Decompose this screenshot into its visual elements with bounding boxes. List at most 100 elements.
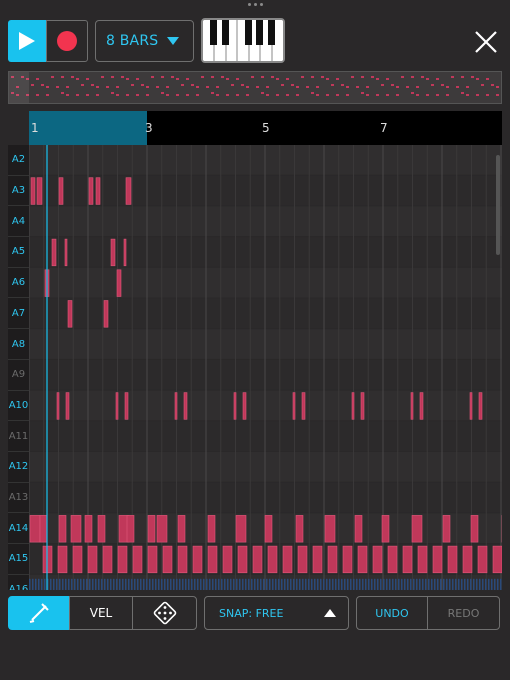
overview-note — [321, 76, 324, 78]
note-block — [417, 545, 428, 574]
note-block — [177, 515, 186, 543]
velocity-bar — [392, 578, 394, 590]
overview-note — [166, 94, 169, 96]
note-block — [125, 177, 132, 205]
note-block — [87, 545, 98, 574]
overview-note — [491, 84, 494, 86]
velocity-bar — [83, 578, 85, 590]
pattern-overview[interactable] — [8, 71, 502, 104]
note-block — [58, 515, 67, 543]
piano-roll[interactable]: A2 A3 A4 A5 A6 A7 A8 A9 A10 A11 A12 A13 A14 A15 A16 — [8, 145, 502, 590]
bars-length-dropdown[interactable]: 8 BARS — [95, 20, 194, 62]
velocity-bar — [497, 578, 499, 590]
note-block — [70, 515, 82, 543]
velocity-bar — [314, 578, 316, 590]
piano-key-label: A16 — [8, 575, 29, 590]
overview-note — [456, 86, 459, 88]
overview-note — [261, 76, 264, 78]
velocity-bar — [236, 578, 238, 590]
overview-note — [426, 94, 429, 96]
note-block — [65, 392, 70, 420]
note-grid[interactable] — [29, 145, 502, 590]
note-block — [147, 515, 156, 543]
velocity-bar — [326, 578, 328, 590]
randomize-button[interactable] — [132, 596, 197, 630]
velocity-bar — [71, 578, 73, 590]
undo-button[interactable]: UNDO — [356, 596, 428, 630]
velocity-bar — [431, 578, 433, 590]
overview-note — [106, 86, 109, 88]
overview-note — [336, 78, 339, 80]
note-block — [357, 545, 368, 574]
velocity-bar — [200, 578, 202, 590]
note-block — [301, 392, 306, 420]
overview-note — [126, 94, 129, 96]
note-block — [354, 515, 363, 543]
note-block — [67, 300, 73, 328]
redo-button[interactable]: REDO — [427, 596, 500, 630]
velocity-bar — [56, 578, 58, 590]
velocity-bar — [248, 578, 250, 590]
overview-note — [266, 86, 269, 88]
drag-handle[interactable] — [245, 3, 265, 9]
overview-note — [446, 94, 449, 96]
overview-note — [326, 78, 329, 80]
velocity-bar — [185, 578, 187, 590]
timeline-ruler[interactable]: 1 3 5 7 — [29, 111, 502, 145]
overview-note — [471, 76, 474, 78]
overview-note — [356, 86, 359, 88]
velocity-bar — [455, 578, 457, 590]
velocity-bar — [215, 578, 217, 590]
velocity-bar — [308, 578, 310, 590]
velocity-bar — [173, 578, 175, 590]
velocity-bar — [443, 578, 445, 590]
draw-tool-button[interactable] — [8, 596, 70, 630]
velocity-bar — [500, 578, 502, 590]
velocity-bar — [143, 578, 145, 590]
overview-note — [261, 92, 264, 94]
keyboard-button[interactable] — [201, 18, 285, 63]
overview-note — [236, 78, 239, 80]
velocity-bar — [89, 578, 91, 590]
overview-note — [466, 94, 469, 96]
overview-note — [366, 94, 369, 96]
overview-note — [426, 78, 429, 80]
velocity-bar — [191, 578, 193, 590]
velocity-bar — [218, 578, 220, 590]
overview-note — [161, 92, 164, 94]
note-block — [132, 545, 143, 574]
overview-note — [36, 94, 39, 96]
overview-note — [351, 76, 354, 78]
snap-dropdown[interactable]: SNAP: FREE — [204, 596, 349, 630]
loop-selection[interactable] — [29, 111, 147, 145]
overview-note — [161, 76, 164, 78]
record-button[interactable] — [46, 20, 88, 62]
velocity-bar — [275, 578, 277, 590]
close-button[interactable] — [472, 28, 500, 56]
note-block — [477, 545, 488, 574]
play-button[interactable] — [8, 20, 46, 62]
overview-note — [56, 86, 59, 88]
velocity-button[interactable]: VEL — [69, 596, 133, 630]
overview-selection[interactable] — [9, 72, 29, 103]
velocity-bar — [131, 578, 133, 590]
note-block — [177, 545, 188, 574]
velocity-bar — [305, 578, 307, 590]
note-block — [147, 545, 158, 574]
record-icon — [57, 31, 77, 51]
overview-note — [76, 94, 79, 96]
note-canvas[interactable] — [29, 145, 502, 590]
overview-note — [281, 84, 284, 86]
velocity-bar — [80, 578, 82, 590]
note-block — [372, 545, 383, 574]
bar-number: 5 — [262, 121, 270, 135]
velocity-bar — [353, 578, 355, 590]
note-block — [447, 545, 458, 574]
scrollbar[interactable] — [496, 155, 500, 255]
note-block — [312, 545, 323, 574]
dice-icon — [153, 601, 176, 625]
note-block — [237, 545, 248, 574]
overview-note — [61, 76, 64, 78]
overview-note — [216, 86, 219, 88]
velocity-bar — [251, 578, 253, 590]
